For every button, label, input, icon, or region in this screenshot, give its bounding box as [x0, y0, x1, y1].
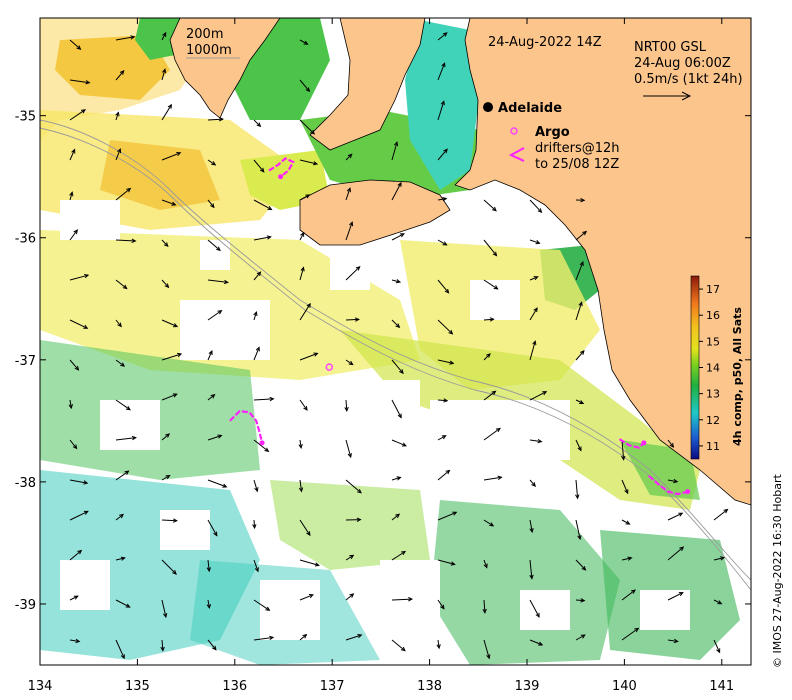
argo-legend-label: Argo [535, 125, 570, 140]
x-tick-label: 135 [125, 679, 150, 694]
colorbar-tick-label: 15 [706, 335, 720, 348]
y-tick-label: -35 [15, 110, 36, 125]
colorbar-ramp [690, 275, 700, 460]
drifter-legend-line-1: drifters@12h [535, 141, 620, 156]
drifter-position-2 [259, 440, 265, 446]
adelaide-label: Adelaide [498, 101, 562, 116]
drifter-position-4 [685, 489, 691, 495]
y-tick-label: -38 [15, 476, 36, 491]
map-title: 24-Aug-2022 14Z [488, 35, 602, 50]
colorbar-tick-label: 14 [706, 362, 720, 375]
x-tick-label: 140 [612, 679, 637, 694]
x-tick-label: 138 [417, 679, 442, 694]
colorbar-tick-label: 11 [706, 440, 720, 453]
colorbar-tick-label: 13 [706, 388, 720, 401]
isobath-label-200m: 200m [186, 27, 223, 42]
isobath-label-1000m: 1000m [186, 43, 232, 58]
colorbar-label: 4h comp, p50, All Sats [731, 307, 744, 446]
y-tick-label: -37 [15, 354, 36, 369]
credit-text: © IMOS 27-Aug-2022 16:30 Hobart [771, 474, 784, 668]
x-tick-label: 134 [28, 679, 53, 694]
colorbar-tick-label: 16 [706, 309, 720, 322]
current-source-line-2: 24-Aug 06:00Z [634, 56, 731, 71]
adelaide-city-marker [483, 102, 494, 113]
sst-map-figure: 134 135 136 137 138 139 140 141 -35 -36 -37 -38 -39… [15, 17, 784, 694]
colorbar-tick-label: 12 [706, 414, 720, 427]
drifter-position-1 [278, 174, 284, 180]
x-tick-label: 137 [320, 679, 345, 694]
x-tick-label: 136 [222, 679, 247, 694]
colorbar-tick-label: 17 [706, 283, 720, 296]
drifter-position-3 [641, 440, 647, 446]
x-tick-label: 139 [515, 679, 540, 694]
drifter-legend-line-2: to 25/08 12Z [535, 157, 619, 172]
current-source-line-1: NRT00 GSL [634, 40, 707, 55]
x-tick-label: 141 [709, 679, 734, 694]
current-scale-label: 0.5m/s (1kt 24h) [634, 72, 743, 87]
y-tick-label: -39 [15, 598, 36, 613]
y-tick-label: -36 [15, 232, 36, 247]
